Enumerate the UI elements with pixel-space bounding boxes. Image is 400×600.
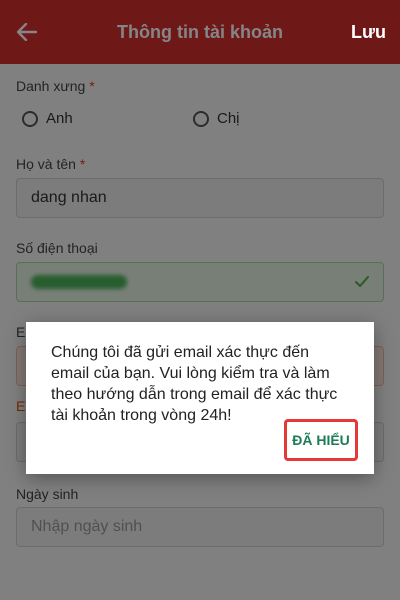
confirm-button[interactable]: ĐÃ HIỂU [284, 419, 358, 461]
modal-overlay[interactable] [0, 0, 400, 600]
save-button[interactable]: Lưu [351, 22, 386, 43]
dialog-message: Chúng tôi đã gửi email xác thực đến emai… [51, 344, 338, 424]
email-verification-dialog: Chúng tôi đã gửi email xác thực đến emai… [26, 322, 374, 474]
